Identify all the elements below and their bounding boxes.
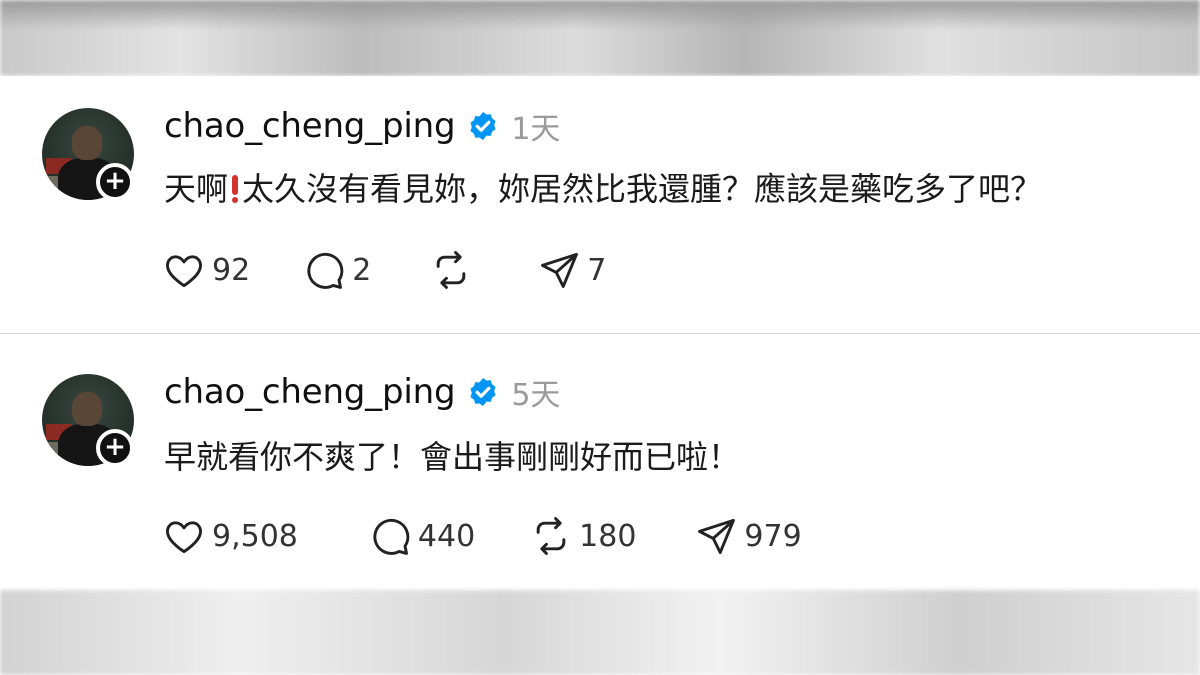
post: + chao_cheng_ping 5天 早就看你不爽了！會出事剛剛好而已啦！ … <box>0 334 1200 590</box>
reply-button[interactable]: 440 <box>368 514 475 558</box>
post-header: chao_cheng_ping 1天 <box>164 102 560 150</box>
post: + chao_cheng_ping 1天 天啊 太久沒有看見妳，妳居然比我還腫？應… <box>0 76 1200 333</box>
username[interactable]: chao_cheng_ping <box>164 106 456 146</box>
post-actions: 9,508 440 180 979 <box>162 516 802 556</box>
share-button[interactable]: 7 <box>537 248 606 292</box>
verified-badge-icon <box>470 378 496 406</box>
send-icon <box>698 518 736 554</box>
username[interactable]: chao_cheng_ping <box>164 372 456 412</box>
comment-icon <box>307 252 344 289</box>
post-text-part: 太久沒有看見妳，妳居然比我還腫？應該是藥吃多了吧？ <box>242 170 1043 208</box>
verified-badge-icon <box>470 112 496 140</box>
send-icon <box>541 252 579 288</box>
post-text: 早就看你不爽了！會出事剛剛好而已啦！ <box>164 432 740 478</box>
repost-icon <box>536 517 566 555</box>
post-header: chao_cheng_ping 5天 <box>164 368 560 416</box>
heart-icon <box>166 521 202 554</box>
post-time[interactable]: 1天 <box>511 104 560 148</box>
share-count: 7 <box>587 252 607 288</box>
like-count: 9,508 <box>212 518 298 554</box>
reply-count: 440 <box>417 518 476 554</box>
share-count: 979 <box>744 518 802 554</box>
exclamation-emoji-icon <box>232 175 239 203</box>
threads-feed: + chao_cheng_ping 1天 天啊 太久沒有看見妳，妳居然比我還腫？應… <box>0 76 1200 590</box>
heart-icon <box>166 255 202 288</box>
reply-button[interactable]: 2 <box>302 248 371 292</box>
repost-count: 180 <box>579 518 637 554</box>
post-text-part: 天啊 <box>164 170 229 208</box>
repost-button[interactable] <box>429 248 479 292</box>
share-button[interactable]: 979 <box>694 514 802 558</box>
follow-plus-icon[interactable]: + <box>96 163 134 201</box>
like-button[interactable]: 92 <box>162 248 250 292</box>
post-text: 天啊 太久沒有看見妳，妳居然比我還腫？應該是藥吃多了吧？ <box>164 164 1042 210</box>
post-actions: 92 2 7 <box>162 250 606 290</box>
like-count: 92 <box>212 252 251 288</box>
repost-button[interactable]: 180 <box>529 514 636 558</box>
post-time[interactable]: 5天 <box>511 370 560 414</box>
avatar-figure <box>72 392 102 426</box>
repost-icon <box>436 251 466 289</box>
avatar-figure <box>72 126 102 160</box>
like-button[interactable]: 9,508 <box>162 514 298 558</box>
comment-icon <box>373 518 410 555</box>
blurred-top-background <box>0 0 1200 76</box>
post-text-part: 早就看你不爽了！會出事剛剛好而已啦！ <box>164 438 741 476</box>
follow-plus-icon[interactable]: + <box>96 429 134 467</box>
blurred-bottom-background <box>0 590 1200 675</box>
reply-count: 2 <box>352 252 372 288</box>
